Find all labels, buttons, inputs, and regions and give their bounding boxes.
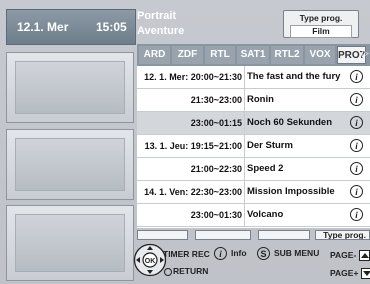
program-title: Volcano bbox=[247, 209, 284, 220]
program-time: 21:00~22:30 bbox=[190, 164, 242, 174]
program-list: 12. 1. Mer: 20:00~21:30 The fast and the… bbox=[137, 66, 370, 228]
genre-line-2: Aventure bbox=[137, 25, 185, 37]
info-icon[interactable]: i bbox=[350, 70, 363, 83]
column-divider bbox=[244, 112, 245, 134]
yellow-key[interactable] bbox=[258, 230, 310, 240]
svg-text:OK: OK bbox=[145, 258, 156, 265]
column-divider bbox=[244, 66, 245, 88]
info-icon: i bbox=[214, 247, 227, 260]
tab-rtl[interactable]: RTL bbox=[205, 46, 235, 64]
genre-line-1: Portrait bbox=[137, 10, 177, 22]
program-row[interactable]: 14. 1. Ven: 22:30~23:00 Mission Impossib… bbox=[137, 181, 370, 204]
return-hint: RETURN bbox=[164, 266, 208, 276]
program-title: Mission Impossible bbox=[247, 186, 335, 197]
program-row[interactable]: 23:00~01:30 Volcano i bbox=[137, 204, 370, 227]
program-row[interactable]: 13. 1. Jeu: 19:15~21:00 Der Sturm i bbox=[137, 135, 370, 158]
info-icon[interactable]: i bbox=[350, 93, 363, 106]
current-time: 15:05 bbox=[96, 20, 127, 34]
tab-vox[interactable]: VOX bbox=[305, 46, 335, 64]
program-type-box[interactable]: Type prog. Film bbox=[283, 10, 359, 38]
blue-key-type-prog[interactable]: Type prog. bbox=[315, 230, 370, 240]
tab-ard[interactable]: ARD bbox=[139, 46, 170, 64]
channel-tabs: ARD ZDF RTL SAT1 RTL2 VOX PRO7 bbox=[137, 44, 370, 66]
tab-zdf[interactable]: ZDF bbox=[172, 46, 203, 64]
tab-rtl2[interactable]: RTL2 bbox=[271, 46, 303, 64]
return-icon bbox=[164, 267, 172, 276]
page-minus-hint: PAGE- bbox=[330, 250, 370, 262]
return-label: RETURN bbox=[173, 266, 209, 276]
program-row[interactable]: 21:30~23:00 Ronin i bbox=[137, 89, 370, 112]
dpad-ok-icon: OK bbox=[133, 243, 167, 277]
column-divider bbox=[244, 135, 245, 157]
page-minus-label: PAGE- bbox=[330, 250, 357, 260]
green-key[interactable] bbox=[195, 230, 251, 240]
red-key[interactable] bbox=[137, 230, 188, 240]
program-row[interactable]: 21:00~22:30 Speed 2 i bbox=[137, 158, 370, 181]
info-icon[interactable]: i bbox=[350, 162, 363, 175]
page-plus-label: PAGE+ bbox=[330, 268, 359, 278]
program-title: Speed 2 bbox=[247, 163, 284, 174]
info-icon[interactable]: i bbox=[350, 116, 363, 129]
page-down-icon[interactable] bbox=[361, 268, 370, 280]
page-plus-hint: PAGE+ bbox=[330, 268, 370, 280]
info-label: Info bbox=[231, 247, 247, 258]
info-icon[interactable]: i bbox=[350, 139, 363, 152]
sub-menu-key-icon: S bbox=[257, 247, 270, 260]
column-divider bbox=[244, 89, 245, 111]
info-icon[interactable]: i bbox=[350, 208, 363, 221]
program-row-selected[interactable]: 23:00~01:15 Noch 60 Sekunden i bbox=[137, 112, 370, 135]
timer-rec-hint: TIMER REC bbox=[163, 249, 210, 259]
column-divider bbox=[244, 158, 245, 180]
sub-menu-label: SUB MENU bbox=[274, 247, 320, 258]
program-title: Ronin bbox=[247, 94, 274, 105]
program-title: The fast and the fury bbox=[247, 71, 341, 82]
preview-panel-middle bbox=[6, 129, 134, 200]
page-up-icon[interactable] bbox=[359, 250, 370, 262]
program-time: 12. 1. Mer: 20:00~21:30 bbox=[144, 72, 242, 82]
tab-sat1[interactable]: SAT1 bbox=[237, 46, 269, 64]
preview-panel-top bbox=[6, 52, 134, 123]
tv-preview-window bbox=[6, 205, 134, 281]
info-icon[interactable]: i bbox=[350, 185, 363, 198]
program-time: 21:30~23:00 bbox=[190, 95, 242, 105]
program-time: 23:00~01:30 bbox=[190, 210, 242, 220]
column-divider bbox=[244, 181, 245, 203]
program-row[interactable]: 12. 1. Mer: 20:00~21:30 The fast and the… bbox=[137, 66, 370, 89]
column-divider bbox=[244, 204, 245, 226]
program-type-value: Film bbox=[290, 25, 352, 38]
program-type-label: Type prog. bbox=[299, 13, 343, 23]
program-title: Noch 60 Sekunden bbox=[247, 117, 332, 128]
program-time: 23:00~01:15 bbox=[190, 118, 242, 128]
program-time: 13. 1. Jeu: 19:15~21:00 bbox=[144, 141, 242, 151]
epg-screen: 12.1. Mer 15:05 Portrait Aventure Type p… bbox=[0, 0, 370, 284]
date-time-bar: 12.1. Mer 15:05 bbox=[6, 9, 136, 45]
program-title: Der Sturm bbox=[247, 140, 293, 151]
tab-scroll-right-icon[interactable]: ▷ bbox=[362, 48, 369, 59]
info-hint: i Info bbox=[214, 247, 247, 260]
sub-menu-hint: S SUB MENU bbox=[257, 247, 319, 260]
program-time: 14. 1. Ven: 22:30~23:00 bbox=[144, 187, 242, 197]
current-date: 12.1. Mer bbox=[17, 20, 69, 34]
